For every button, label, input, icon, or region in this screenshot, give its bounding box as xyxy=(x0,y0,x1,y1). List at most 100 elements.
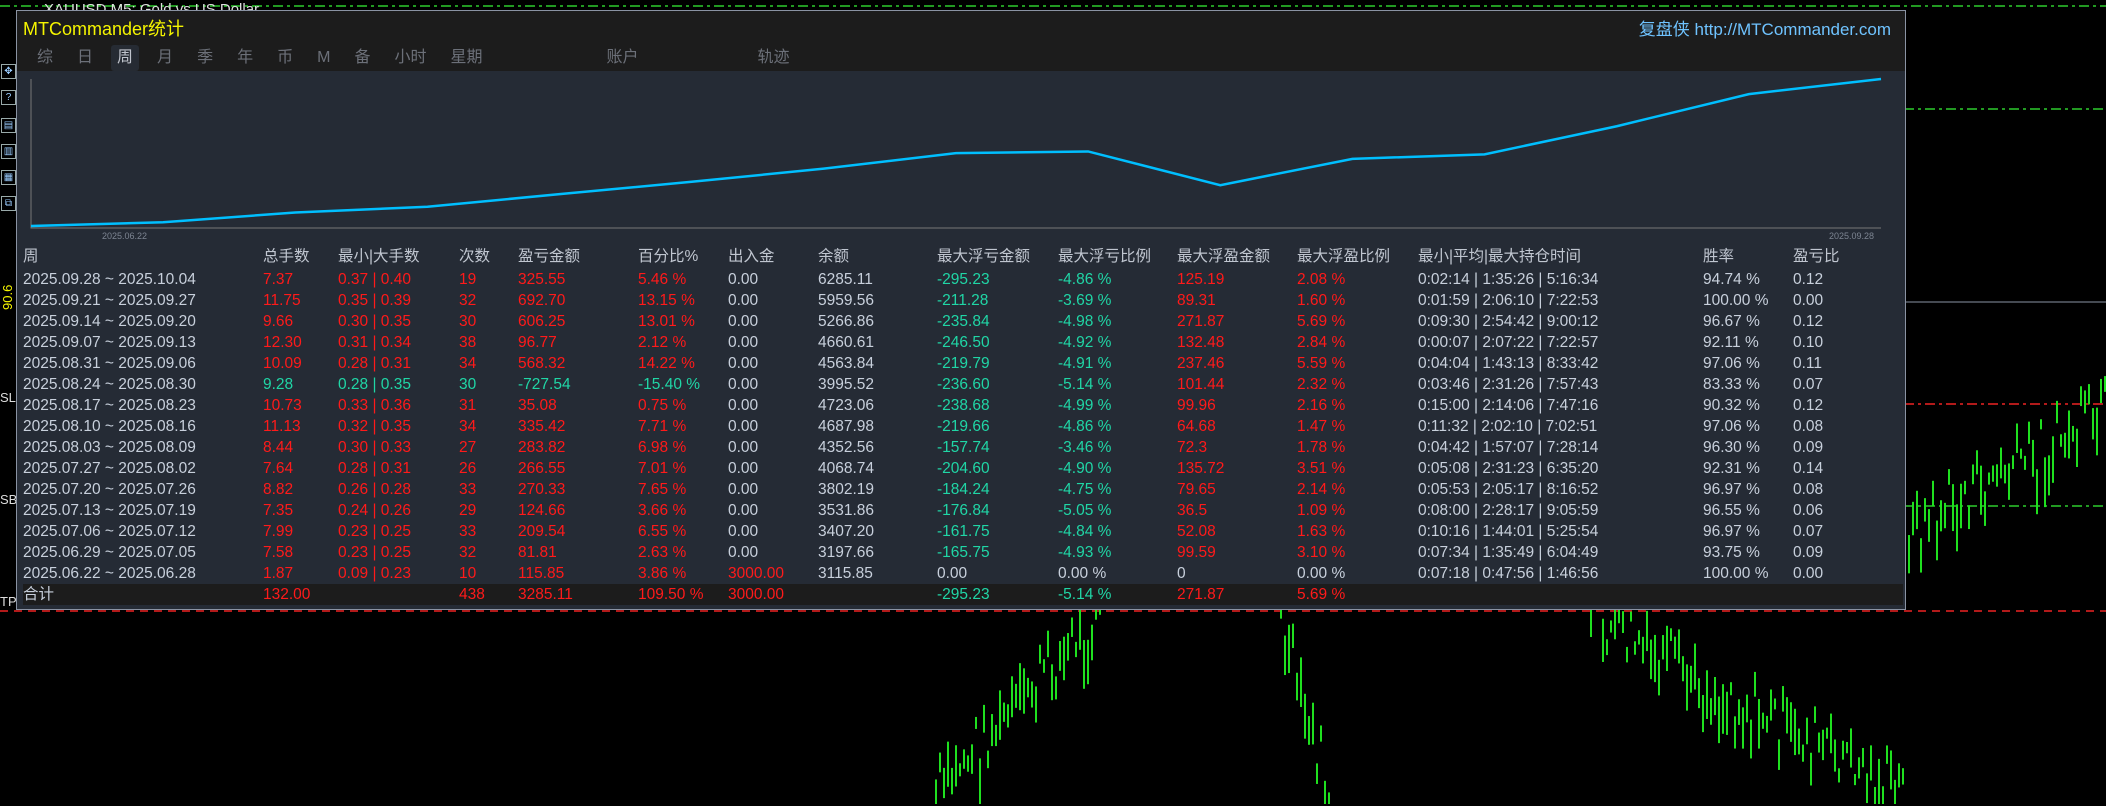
cell-0: 合计 xyxy=(23,586,55,603)
column-header[interactable]: 胜率 xyxy=(1703,245,1793,269)
column-header[interactable]: 盈亏金额 xyxy=(518,245,638,269)
cell-12: 0:02:14 | 1:35:26 | 5:16:34 xyxy=(1418,271,1599,288)
column-header[interactable]: 盈亏比 xyxy=(1793,245,1903,269)
tab-10[interactable]: 星期 xyxy=(444,45,488,71)
column-header[interactable]: 总手数 xyxy=(263,245,338,269)
table-row[interactable]: 2025.07.06 ~ 2025.07.12 7.99 0.23 | 0.25 33… xyxy=(23,521,1903,542)
cell-4: 270.33 xyxy=(518,481,566,498)
cell-13 xyxy=(1703,584,1793,605)
tab-9[interactable]: 小时 xyxy=(388,45,432,71)
candle xyxy=(1690,665,1692,693)
cell-12: 0:11:32 | 2:02:10 | 7:02:51 xyxy=(1418,418,1598,435)
table-row[interactable]: 2025.09.21 ~ 2025.09.27 11.75 0.35 | 0.39 3… xyxy=(23,290,1903,311)
candle xyxy=(1722,684,1724,734)
column-header[interactable]: 余额 xyxy=(818,245,937,269)
tab-0[interactable]: 综 xyxy=(31,45,59,71)
tool-icon[interactable]: ▥ xyxy=(1,144,16,159)
tab-12[interactable]: 轨迹 xyxy=(752,45,796,71)
cell-8: -235.84 xyxy=(937,313,990,330)
cell-0: 2025.07.13 ~ 2025.07.19 xyxy=(23,502,196,519)
help-icon[interactable]: ? xyxy=(1,90,16,105)
cell-14: 0.00 xyxy=(1793,292,1824,309)
table-row[interactable]: 2025.09.28 ~ 2025.10.04 7.37 0.37 | 0.40 19… xyxy=(23,269,1903,290)
candle xyxy=(1646,610,1648,652)
column-header[interactable]: 最小|平均|最大持仓时间 xyxy=(1418,245,1703,269)
candle xyxy=(1786,697,1788,734)
column-header[interactable]: 出入金 xyxy=(728,245,818,269)
cell-0: 2025.09.28 ~ 2025.10.04 xyxy=(23,271,196,288)
cell-9: -4.99 % xyxy=(1058,397,1112,414)
table-row[interactable]: 2025.07.20 ~ 2025.07.26 8.82 0.26 | 0.28 33… xyxy=(23,479,1903,500)
table-row[interactable]: 2025.08.10 ~ 2025.08.16 11.13 0.32 | 0.35 3… xyxy=(23,416,1903,437)
candle xyxy=(959,763,961,777)
candle xyxy=(1670,628,1672,642)
column-header[interactable]: 最大浮盈比例 xyxy=(1297,245,1418,269)
table-row[interactable]: 2025.08.17 ~ 2025.08.23 10.73 0.33 | 0.36 3… xyxy=(23,395,1903,416)
tab-2[interactable]: 周 xyxy=(111,45,140,71)
cell-5: -15.40 % xyxy=(638,376,701,393)
table-row[interactable]: 2025.07.13 ~ 2025.07.19 7.35 0.24 | 0.26 29… xyxy=(23,500,1903,521)
tab-1[interactable]: 日 xyxy=(71,45,99,71)
table-row[interactable]: 2025.08.24 ~ 2025.08.30 9.28 0.28 | 0.35 30… xyxy=(23,374,1903,395)
tab-3[interactable]: 月 xyxy=(151,45,179,71)
candle xyxy=(1738,699,1740,725)
total-row[interactable]: 合计 132.00 438 3285.11 109.50 % 3000.00 -295.23… xyxy=(23,584,1903,605)
cell-12: 0:04:04 | 1:43:13 | 8:33:42 xyxy=(1418,355,1599,372)
cell-2: 0.33 | 0.36 xyxy=(338,397,411,414)
cell-8: -165.75 xyxy=(937,544,990,561)
tab-11[interactable]: 账户 xyxy=(600,45,644,71)
candle xyxy=(1011,676,1013,718)
column-header[interactable]: 最大浮亏比例 xyxy=(1058,245,1177,269)
column-header[interactable]: 次数 xyxy=(459,245,518,269)
cell-5: 0.75 % xyxy=(638,397,687,414)
candle xyxy=(1762,712,1764,729)
move-icon[interactable]: ✥ xyxy=(1,64,16,79)
candle xyxy=(2044,457,2046,508)
equity-line xyxy=(30,77,1882,228)
candle xyxy=(1083,640,1085,689)
candle xyxy=(1870,745,1872,781)
candle xyxy=(2012,455,2014,470)
tool-icon[interactable]: ▦ xyxy=(1,170,16,185)
table-row[interactable]: 2025.06.29 ~ 2025.07.05 7.58 0.23 | 0.25 32… xyxy=(23,542,1903,563)
x-tick-label: 2025.06.22 xyxy=(102,231,148,241)
candle xyxy=(1039,644,1041,664)
tab-6[interactable]: 币 xyxy=(271,45,299,71)
cell-1: 10.09 xyxy=(263,355,302,372)
cell-10: 64.68 xyxy=(1177,418,1216,435)
tab-7[interactable]: M xyxy=(311,45,336,71)
table-row[interactable]: 2025.07.27 ~ 2025.08.02 7.64 0.28 | 0.31 26… xyxy=(23,458,1903,479)
column-header[interactable]: 最小|大手数 xyxy=(338,245,459,269)
cell-11: 2.16 % xyxy=(1297,397,1346,414)
table-row[interactable]: 2025.06.22 ~ 2025.06.28 1.87 0.09 | 0.23 10… xyxy=(23,563,1903,584)
table-row[interactable]: 2025.09.07 ~ 2025.09.13 12.30 0.31 | 0.34 3… xyxy=(23,332,1903,353)
weekly-stats-table: 周总手数 最小|大手数 次数 盈亏金额 百分比% 出入金 余额 最大浮亏金额 最大浮亏比例 最大浮… xyxy=(23,245,1903,605)
table-row[interactable]: 2025.08.31 ~ 2025.09.06 10.09 0.28 | 0.31 3… xyxy=(23,353,1903,374)
cell-6: 0.00 xyxy=(728,313,759,330)
cell-7: 4352.56 xyxy=(818,439,875,456)
cell-7: 4068.74 xyxy=(818,460,875,477)
cell-3: 34 xyxy=(459,355,477,372)
candle xyxy=(1316,763,1318,784)
table-row[interactable]: 2025.09.14 ~ 2025.09.20 9.66 0.30 | 0.35 30… xyxy=(23,311,1903,332)
window-icon[interactable]: ⧉ xyxy=(1,196,16,211)
column-header[interactable]: 最大浮盈金额 xyxy=(1177,245,1297,269)
column-header[interactable]: 百分比% xyxy=(638,245,728,269)
cell-3: 33 xyxy=(459,481,477,498)
cell-11: 3.51 % xyxy=(1297,460,1346,477)
tp-label: TP xyxy=(0,594,17,609)
cell-9: -4.91 % xyxy=(1058,355,1112,372)
candle xyxy=(2020,448,2022,459)
tab-5[interactable]: 年 xyxy=(231,45,259,71)
cell-10: 101.44 xyxy=(1177,376,1225,393)
column-header[interactable]: 最大浮亏金额 xyxy=(937,245,1058,269)
tab-8[interactable]: 备 xyxy=(348,45,376,71)
website-link[interactable]: 复盘侠 http://MTCommander.com xyxy=(1639,15,1891,40)
candle xyxy=(1968,505,1970,530)
column-header[interactable]: 周 xyxy=(23,245,263,269)
tab-4[interactable]: 季 xyxy=(191,45,219,71)
candle xyxy=(1814,706,1816,723)
tool-icon[interactable]: ▤ xyxy=(1,118,16,133)
table-row[interactable]: 2025.08.03 ~ 2025.08.09 8.44 0.30 | 0.33 27… xyxy=(23,437,1903,458)
candle xyxy=(1932,480,1934,507)
